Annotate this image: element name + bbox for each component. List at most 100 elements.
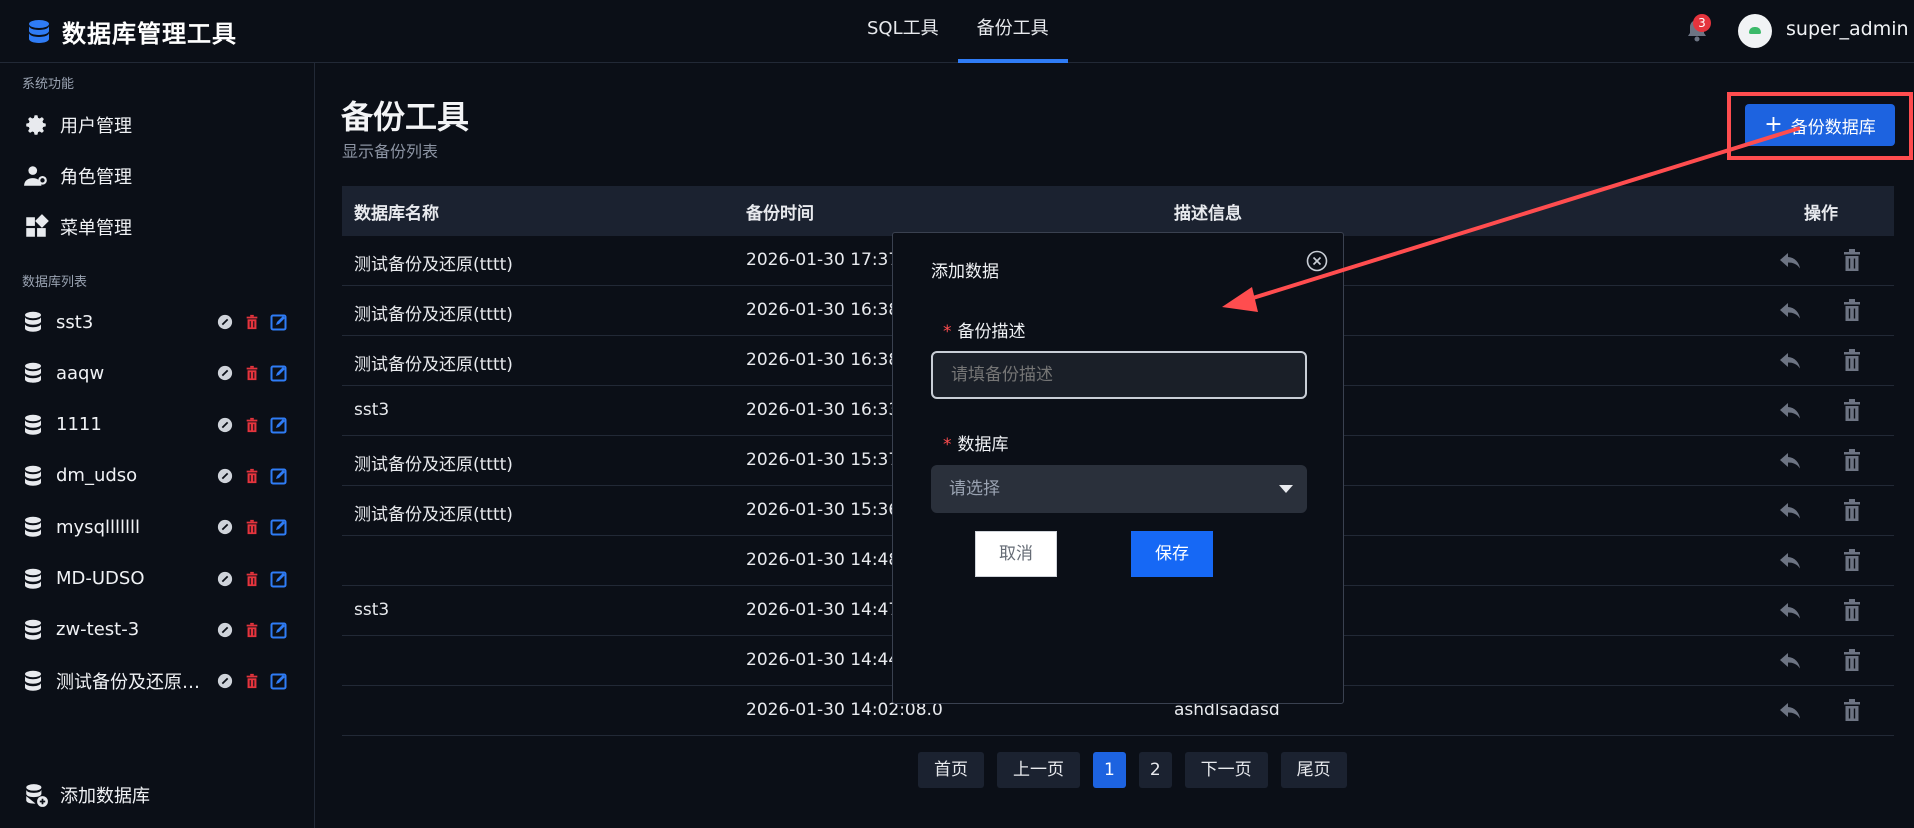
cancel-button[interactable]: 取消 xyxy=(975,531,1057,577)
database-actions xyxy=(216,416,288,434)
trash-icon[interactable] xyxy=(1842,298,1862,322)
trash-icon[interactable] xyxy=(1842,598,1862,622)
trash-icon[interactable] xyxy=(1842,548,1862,572)
link-icon[interactable] xyxy=(216,364,234,382)
restore-icon[interactable] xyxy=(1778,400,1802,422)
database-icon xyxy=(22,566,46,592)
database-actions xyxy=(216,313,288,331)
link-icon[interactable] xyxy=(216,570,234,588)
sidebar-item-role-management[interactable]: 角色管理 xyxy=(22,156,302,196)
link-icon[interactable] xyxy=(216,467,234,485)
notification-badge: 3 xyxy=(1693,14,1711,32)
cell-db-name: sst3 xyxy=(354,600,390,620)
page-1-button[interactable]: 1 xyxy=(1093,752,1126,788)
trash-icon[interactable] xyxy=(1842,498,1862,522)
database-label: * 数据库 xyxy=(943,430,1009,455)
edit-icon[interactable] xyxy=(270,313,288,331)
delete-icon[interactable] xyxy=(243,416,261,434)
database-select[interactable]: 请选择 xyxy=(931,465,1307,513)
sidebar-item-database[interactable]: sst3 xyxy=(22,302,302,342)
cell-db-name: 测试备份及还原(tttt) xyxy=(354,505,513,525)
sidebar-item-user-management[interactable]: 用户管理 xyxy=(22,105,302,145)
trash-icon[interactable] xyxy=(1842,248,1862,272)
edit-icon[interactable] xyxy=(270,672,288,690)
backup-description-label-text: 备份描述 xyxy=(957,322,1026,342)
trash-icon[interactable] xyxy=(1842,398,1862,422)
edit-icon[interactable] xyxy=(270,518,288,536)
add-database-button[interactable]: 添加数据库 xyxy=(22,775,302,815)
trash-icon[interactable] xyxy=(1842,648,1862,672)
edit-icon[interactable] xyxy=(270,467,288,485)
link-icon[interactable] xyxy=(216,672,234,690)
database-icon xyxy=(22,617,46,643)
edit-icon[interactable] xyxy=(270,570,288,588)
sidebar-item-database[interactable]: zw-test-3 xyxy=(22,610,302,650)
restore-icon[interactable] xyxy=(1778,450,1802,472)
link-icon[interactable] xyxy=(216,416,234,434)
app-brand[interactable]: 数据库管理工具 xyxy=(26,14,237,49)
close-icon[interactable] xyxy=(1305,249,1329,273)
restore-icon[interactable] xyxy=(1778,700,1802,722)
app-title: 数据库管理工具 xyxy=(62,20,237,48)
next-page-button[interactable]: 下一页 xyxy=(1184,752,1268,788)
edit-icon[interactable] xyxy=(270,621,288,639)
database-actions xyxy=(216,570,288,588)
sidebar-item-database[interactable]: dm_udso xyxy=(22,456,302,496)
username[interactable]: super_admin xyxy=(1786,18,1909,40)
delete-icon[interactable] xyxy=(243,518,261,536)
delete-icon[interactable] xyxy=(243,570,261,588)
cell-db-name: 测试备份及还原(tttt) xyxy=(354,305,513,325)
sidebar-item-database[interactable]: mysqlllllll xyxy=(22,507,302,547)
first-page-button[interactable]: 首页 xyxy=(918,752,984,788)
database-icon xyxy=(22,463,46,489)
plus-icon: + xyxy=(1764,112,1783,137)
sidebar-item-label: 菜单管理 xyxy=(60,218,132,239)
restore-icon[interactable] xyxy=(1778,500,1802,522)
link-icon[interactable] xyxy=(216,313,234,331)
trash-icon[interactable] xyxy=(1842,448,1862,472)
restore-icon[interactable] xyxy=(1778,250,1802,272)
sidebar-item-menu-management[interactable]: 菜单管理 xyxy=(22,207,302,247)
database-icon xyxy=(22,360,46,386)
trash-icon[interactable] xyxy=(1842,348,1862,372)
sidebar-item-database[interactable]: 测试备份及还原(t··· xyxy=(22,661,302,701)
sidebar-item-database[interactable]: aaqw xyxy=(22,353,302,393)
restore-icon[interactable] xyxy=(1778,550,1802,572)
database-icon xyxy=(22,668,46,694)
tab-backup-tool[interactable]: 备份工具 xyxy=(957,0,1068,63)
edit-icon[interactable] xyxy=(270,364,288,382)
database-actions xyxy=(216,364,288,382)
pagination: 首页 上一页 1 2 下一页 尾页 xyxy=(918,752,1347,788)
database-actions xyxy=(216,518,288,536)
restore-icon[interactable] xyxy=(1778,600,1802,622)
column-header-description: 描述信息 xyxy=(1174,203,1242,224)
delete-icon[interactable] xyxy=(243,467,261,485)
delete-icon[interactable] xyxy=(243,621,261,639)
edit-icon[interactable] xyxy=(270,416,288,434)
delete-icon[interactable] xyxy=(243,672,261,690)
delete-icon[interactable] xyxy=(243,313,261,331)
restore-icon[interactable] xyxy=(1778,300,1802,322)
backup-database-button[interactable]: + 备份数据库 xyxy=(1745,104,1895,146)
sidebar-item-database[interactable]: 1111 xyxy=(22,405,302,445)
cell-db-name: sst3 xyxy=(354,400,390,420)
cell-db-name: 测试备份及还原(tttt) xyxy=(354,255,513,275)
save-button[interactable]: 保存 xyxy=(1131,531,1213,577)
sidebar-item-label: aaqw xyxy=(56,362,105,384)
add-backup-modal: 添加数据 *备份描述 *数据库 请选择 取消 保存 xyxy=(892,232,1344,704)
backup-description-input[interactable] xyxy=(931,351,1307,399)
restore-icon[interactable] xyxy=(1778,350,1802,372)
link-icon[interactable] xyxy=(216,621,234,639)
last-page-button[interactable]: 尾页 xyxy=(1280,752,1347,788)
tab-sql-tool[interactable]: SQL工具 xyxy=(848,0,958,63)
page-2-button[interactable]: 2 xyxy=(1138,752,1172,788)
cell-backup-time: 2026-01-30 15:36:5 xyxy=(746,500,916,520)
sidebar-item-label: 添加数据库 xyxy=(60,786,150,807)
delete-icon[interactable] xyxy=(243,364,261,382)
restore-icon[interactable] xyxy=(1778,650,1802,672)
sidebar-item-database[interactable]: MD-UDSO xyxy=(22,559,302,599)
trash-icon[interactable] xyxy=(1842,698,1862,722)
link-icon[interactable] xyxy=(216,518,234,536)
avatar[interactable] xyxy=(1738,14,1772,48)
prev-page-button[interactable]: 上一页 xyxy=(997,752,1080,788)
